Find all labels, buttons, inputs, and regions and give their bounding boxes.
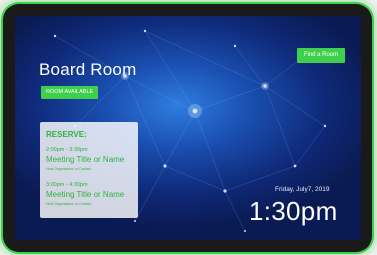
- slot-1-title: Meeting Title or Name: [46, 155, 125, 164]
- current-date: Friday, July7, 2019: [275, 186, 330, 193]
- slot-2-title: Meeting Title or Name: [46, 190, 125, 199]
- find-room-button[interactable]: Find a Room: [297, 48, 345, 63]
- room-name: Board Room: [39, 60, 137, 79]
- reserve-heading: RESERVE:: [46, 130, 87, 139]
- reserve-panel[interactable]: RESERVE: 2:00pm - 3:30pm Meeting Title o…: [40, 122, 138, 218]
- tablet-frame: Find a Room Board Room ROOM AVAILABLE RE…: [3, 4, 372, 252]
- room-status-badge: ROOM AVAILABLE: [41, 86, 99, 99]
- slot-2-time: 3:00pm - 4:30pm: [46, 182, 88, 188]
- room-display-screen: Find a Room Board Room ROOM AVAILABLE RE…: [15, 16, 361, 240]
- current-time: 1:30pm: [249, 196, 338, 226]
- slot-1-time: 2:00pm - 3:30pm: [46, 147, 88, 153]
- slot-2-organizer: Host Organization or Contact: [46, 202, 92, 206]
- slot-1-organizer: Host Organization or Contact: [46, 167, 92, 171]
